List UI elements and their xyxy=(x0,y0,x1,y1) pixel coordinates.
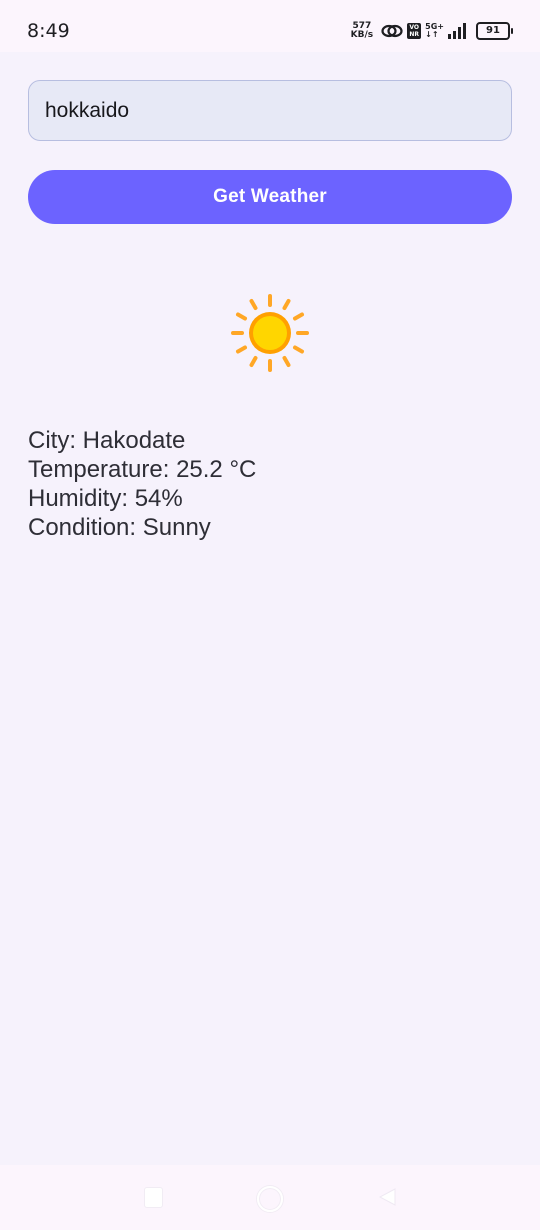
condition-text: Condition: Sunny xyxy=(28,514,211,541)
temperature-text: Temperature: 25.2 °C xyxy=(28,456,257,483)
status-bar: 8:49 577 KB/s VO NR 5G+ ↓↑ 91 xyxy=(0,0,540,52)
weather-details: City: Hakodate Temperature: 25.2 °C Humi… xyxy=(28,426,256,542)
network-type: 5G+ ↓↑ xyxy=(425,23,444,39)
network-activity: ↓↑ xyxy=(425,30,439,39)
network-speed: 577 KB/s xyxy=(351,22,373,40)
volte-bottom: NR xyxy=(409,31,419,38)
city-search-input[interactable] xyxy=(28,80,512,141)
volte-top: VO xyxy=(409,24,419,31)
recent-apps-button[interactable] xyxy=(144,1187,163,1208)
home-button[interactable] xyxy=(257,1186,283,1212)
volte-icon: VO NR xyxy=(407,23,422,39)
battery-level: 91 xyxy=(486,25,500,36)
signal-icon xyxy=(448,23,466,39)
city-text: City: Hakodate xyxy=(28,427,186,454)
back-button[interactable] xyxy=(377,1187,397,1207)
status-time: 8:49 xyxy=(27,20,70,42)
status-icons: 577 KB/s VO NR 5G+ ↓↑ 91 xyxy=(351,18,513,44)
sun-icon xyxy=(231,294,309,372)
battery-icon: 91 xyxy=(476,22,513,40)
get-weather-button[interactable]: Get Weather xyxy=(28,170,512,224)
humidity-text: Humidity: 54% xyxy=(28,485,183,512)
link-icon xyxy=(381,24,403,38)
network-speed-unit: KB/s xyxy=(350,30,374,40)
navigation-bar xyxy=(0,1165,540,1230)
